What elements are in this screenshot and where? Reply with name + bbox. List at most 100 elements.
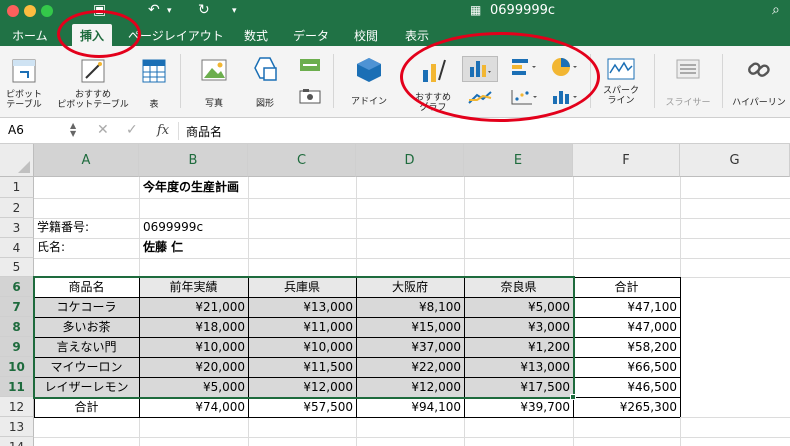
insert-function-icon[interactable]: fx bbox=[157, 123, 169, 138]
row-header-1[interactable]: 1 bbox=[0, 177, 34, 198]
smartart-button[interactable] bbox=[298, 58, 322, 75]
sheet-title[interactable]: 今年度の生産計画 bbox=[143, 178, 239, 197]
pictures-button[interactable]: 写真 bbox=[194, 58, 234, 109]
name-box-stepper-icon[interactable]: ▲ ▼ bbox=[70, 122, 76, 138]
header-product[interactable]: 商品名 bbox=[34, 278, 139, 297]
tab-data[interactable]: データ bbox=[293, 27, 329, 44]
total-cell[interactable]: ¥39,700 bbox=[464, 398, 570, 417]
tab-view[interactable]: 表示 bbox=[405, 27, 429, 44]
hyperlink-button[interactable]: ハイパーリン bbox=[728, 58, 790, 108]
total-cell[interactable]: ¥57,500 bbox=[248, 398, 353, 417]
select-all-corner[interactable] bbox=[0, 144, 34, 177]
header-last-year[interactable]: 前年実績 bbox=[139, 278, 248, 297]
table-cell[interactable]: ¥47,000 bbox=[573, 318, 677, 337]
close-window-button[interactable] bbox=[7, 5, 19, 17]
tab-formulas[interactable]: 数式 bbox=[244, 27, 268, 44]
table-cell[interactable]: ¥12,000 bbox=[356, 378, 461, 397]
column-header-a[interactable]: A bbox=[34, 144, 139, 177]
row-header-4[interactable]: 4 bbox=[0, 238, 34, 258]
name-value[interactable]: 佐藤 仁 bbox=[143, 238, 183, 257]
table-cell[interactable]: ¥47,100 bbox=[573, 298, 677, 317]
column-header-c[interactable]: C bbox=[248, 144, 356, 177]
table-cell[interactable]: ¥13,000 bbox=[248, 298, 353, 317]
minimize-window-button[interactable] bbox=[24, 5, 36, 17]
table-cell[interactable]: 多いお茶 bbox=[34, 318, 139, 337]
header-nara[interactable]: 奈良県 bbox=[464, 278, 573, 297]
table-cell[interactable]: ¥37,000 bbox=[356, 338, 461, 357]
table-cell[interactable]: ¥3,000 bbox=[464, 318, 570, 337]
sparklines-button[interactable]: スパーク ライン bbox=[598, 58, 644, 106]
column-header-d[interactable]: D bbox=[356, 144, 464, 177]
total-cell[interactable]: ¥74,000 bbox=[139, 398, 245, 417]
table-cell[interactable]: ¥18,000 bbox=[139, 318, 245, 337]
formula-input[interactable] bbox=[186, 121, 766, 141]
table-cell[interactable]: ¥10,000 bbox=[248, 338, 353, 357]
tab-review[interactable]: 校閲 bbox=[354, 27, 378, 44]
zoom-window-button[interactable] bbox=[41, 5, 53, 17]
table-cell[interactable]: ¥11,000 bbox=[248, 318, 353, 337]
table-cell[interactable]: ¥17,500 bbox=[464, 378, 570, 397]
recommended-pivot-button[interactable]: おすすめ ピボットテーブル bbox=[50, 58, 136, 110]
name-box[interactable]: A6 ▲ ▼ bbox=[4, 122, 84, 140]
table-cell[interactable]: ¥12,000 bbox=[248, 378, 353, 397]
tab-page-layout[interactable]: ページレイアウト bbox=[128, 27, 224, 44]
column-header-e[interactable]: E bbox=[464, 144, 573, 177]
student-id-value[interactable]: 0699999c bbox=[143, 218, 203, 237]
search-icon[interactable]: ⌕ bbox=[772, 2, 780, 18]
row-header-11[interactable]: 11 bbox=[0, 377, 34, 397]
row-header-3[interactable]: 3 bbox=[0, 218, 34, 238]
table-cell[interactable]: コケコーラ bbox=[34, 298, 139, 317]
row-header-10[interactable]: 10 bbox=[0, 357, 34, 377]
column-header-f[interactable]: F bbox=[573, 144, 680, 177]
table-cell[interactable]: レイザーレモン bbox=[34, 378, 139, 397]
row-header-12[interactable]: 12 bbox=[0, 397, 34, 417]
table-cell[interactable]: ¥46,500 bbox=[573, 378, 677, 397]
table-cell[interactable]: ¥8,100 bbox=[356, 298, 461, 317]
table-cell[interactable]: ¥58,200 bbox=[573, 338, 677, 357]
table-cell[interactable]: ¥15,000 bbox=[356, 318, 461, 337]
tab-home[interactable]: ホーム bbox=[12, 27, 48, 44]
addins-button[interactable]: アドイン bbox=[344, 56, 394, 107]
total-row-label[interactable]: 合計 bbox=[34, 398, 139, 417]
row-header-6[interactable]: 6 bbox=[0, 277, 34, 297]
table-cell[interactable]: ¥22,000 bbox=[356, 358, 461, 377]
undo-icon[interactable]: ↶ bbox=[148, 2, 160, 18]
table-cell[interactable]: 言えない門 bbox=[34, 338, 139, 357]
redo-icon[interactable]: ↻ bbox=[198, 2, 210, 18]
row-header-7[interactable]: 7 bbox=[0, 297, 34, 317]
slicer-button[interactable]: スライサー bbox=[660, 58, 716, 108]
total-cell[interactable]: ¥94,100 bbox=[356, 398, 461, 417]
table-cell[interactable]: ¥66,500 bbox=[573, 358, 677, 377]
header-osaka[interactable]: 大阪府 bbox=[356, 278, 464, 297]
table-button[interactable]: 表 bbox=[138, 58, 170, 110]
customize-toolbar-icon[interactable]: ▾ bbox=[232, 6, 237, 16]
table-cell[interactable]: ¥21,000 bbox=[139, 298, 245, 317]
total-cell[interactable]: ¥265,300 bbox=[573, 398, 677, 417]
row-header-9[interactable]: 9 bbox=[0, 337, 34, 357]
screenshot-button[interactable] bbox=[298, 88, 322, 107]
column-header-b[interactable]: B bbox=[139, 144, 248, 177]
row-header-2[interactable]: 2 bbox=[0, 198, 34, 218]
row-header-13[interactable]: 13 bbox=[0, 417, 34, 437]
undo-menu-icon[interactable]: ▾ bbox=[167, 6, 172, 16]
student-id-label[interactable]: 学籍番号: bbox=[37, 218, 89, 237]
header-hyogo[interactable]: 兵庫県 bbox=[248, 278, 356, 297]
row-header-8[interactable]: 8 bbox=[0, 317, 34, 337]
confirm-edit-icon[interactable]: ✓ bbox=[126, 122, 138, 138]
table-cell[interactable]: ¥10,000 bbox=[139, 338, 245, 357]
table-cell[interactable]: ¥13,000 bbox=[464, 358, 570, 377]
row-header-14[interactable]: 14 bbox=[0, 437, 34, 446]
row-header-5[interactable]: 5 bbox=[0, 258, 34, 277]
table-cell[interactable]: ¥5,000 bbox=[139, 378, 245, 397]
shapes-button[interactable]: 図形 bbox=[244, 56, 286, 109]
column-header-g[interactable]: G bbox=[680, 144, 790, 177]
cancel-edit-icon[interactable]: ✕ bbox=[97, 122, 109, 138]
pivot-table-button[interactable]: ピボット テーブル bbox=[2, 58, 46, 110]
table-cell[interactable]: ¥11,500 bbox=[248, 358, 353, 377]
name-label[interactable]: 氏名: bbox=[37, 238, 65, 257]
header-total[interactable]: 合計 bbox=[573, 278, 680, 297]
table-cell[interactable]: マイウーロン bbox=[34, 358, 139, 377]
table-cell[interactable]: ¥20,000 bbox=[139, 358, 245, 377]
table-cell[interactable]: ¥5,000 bbox=[464, 298, 570, 317]
table-cell[interactable]: ¥1,200 bbox=[464, 338, 570, 357]
